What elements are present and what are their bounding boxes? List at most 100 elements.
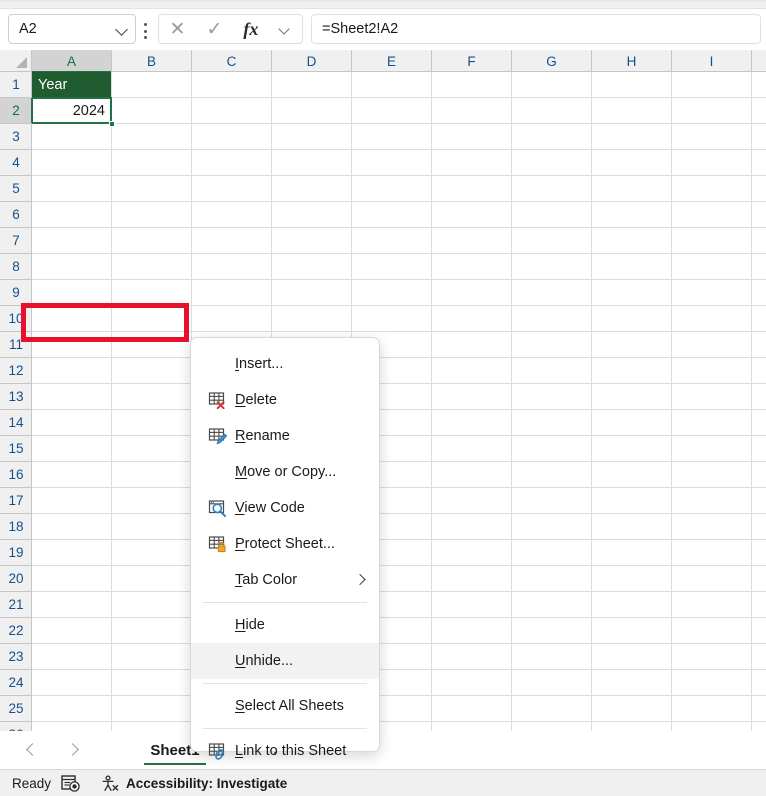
gridline-vertical <box>111 72 112 731</box>
chevron-right-icon <box>356 576 365 585</box>
sheet-tab-bar: Sheet1 + <box>0 731 766 769</box>
menu-item-label: Move or Copy... <box>235 464 337 480</box>
chevron-left-icon[interactable] <box>20 739 46 761</box>
enter-check-icon[interactable]: ✓ <box>206 20 222 39</box>
row-header-11[interactable]: 11 <box>0 332 32 358</box>
menu-item-protect-sheet[interactable]: Protect Sheet... <box>191 526 379 562</box>
gridline-vertical <box>591 72 592 731</box>
row-header-14[interactable]: 14 <box>0 410 32 436</box>
row-header-15[interactable]: 15 <box>0 436 32 462</box>
row-header-7[interactable]: 7 <box>0 228 32 254</box>
row-header-6[interactable]: 6 <box>0 202 32 228</box>
row-header-13[interactable]: 13 <box>0 384 32 410</box>
menu-item-label: Select All Sheets <box>235 698 344 714</box>
row-header-16[interactable]: 16 <box>0 462 32 488</box>
row-header-9[interactable]: 9 <box>0 280 32 306</box>
accessibility-status-label[interactable]: Accessibility: Investigate <box>126 776 287 791</box>
record-macro-icon[interactable] <box>61 775 80 796</box>
gridline-horizontal <box>32 695 766 696</box>
gridline-horizontal <box>32 669 766 670</box>
gridline-horizontal <box>32 201 766 202</box>
gridline-vertical <box>511 72 512 731</box>
menu-item-tab-color[interactable]: Tab Color <box>191 562 379 598</box>
excel-window: A2 ✕ ✓ fx =Sheet2!A2 ABCDEFGHI 123456789… <box>0 0 766 796</box>
gridline-horizontal <box>32 617 766 618</box>
row-header-17[interactable]: 17 <box>0 488 32 514</box>
menu-item-link-to-this-sheet[interactable]: Link to this Sheet <box>191 733 379 769</box>
column-header-a[interactable]: A <box>32 50 112 73</box>
row-header-8[interactable]: 8 <box>0 254 32 280</box>
active-cell-selection-border <box>32 97 112 124</box>
cell-a1[interactable]: Year <box>32 72 111 98</box>
formula-bar: A2 ✕ ✓ fx =Sheet2!A2 <box>0 9 766 49</box>
select-all-corner-icon[interactable] <box>0 50 32 72</box>
kebab-menu-icon[interactable] <box>143 23 147 39</box>
menu-item-icon-placeholder <box>207 615 229 635</box>
view-code-icon <box>207 498 229 518</box>
column-header-h[interactable]: H <box>592 50 672 72</box>
gridline-horizontal <box>32 513 766 514</box>
menu-item-insert[interactable]: Insert... <box>191 346 379 382</box>
menu-separator <box>203 728 367 729</box>
gridline-horizontal <box>32 591 766 592</box>
chevron-right-icon[interactable] <box>60 739 86 761</box>
chevron-down-icon[interactable] <box>115 22 129 36</box>
row-header-4[interactable]: 4 <box>0 150 32 176</box>
column-header-i[interactable]: I <box>672 50 752 72</box>
name-box-value: A2 <box>19 21 37 37</box>
menu-item-rename[interactable]: Rename <box>191 418 379 454</box>
menu-item-label: Link to this Sheet <box>235 743 347 759</box>
row-header-25[interactable]: 25 <box>0 696 32 722</box>
row-header-21[interactable]: 21 <box>0 592 32 618</box>
gridline-horizontal <box>32 279 766 280</box>
row-header-23[interactable]: 23 <box>0 644 32 670</box>
row-header-5[interactable]: 5 <box>0 176 32 202</box>
row-header-1[interactable]: 1 <box>0 72 32 98</box>
row-header-10[interactable]: 10 <box>0 306 32 332</box>
menu-item-icon-placeholder <box>207 354 229 374</box>
link-sheet-icon <box>207 741 229 761</box>
menu-item-icon-placeholder <box>207 696 229 716</box>
cells-area[interactable]: Year 2024 <box>32 72 766 731</box>
column-header-c[interactable]: C <box>192 50 272 72</box>
gridline-vertical <box>671 72 672 731</box>
row-header-band: 1 2 3 4 5 6 7 8 9 10 11 12 13 14 15 16 17 18 19 20 21 22 23 24 2… <box>0 72 33 794</box>
menu-item-select-all-sheets[interactable]: Select All Sheets <box>191 688 379 724</box>
row-header-22[interactable]: 22 <box>0 618 32 644</box>
row-header-20[interactable]: 20 <box>0 566 32 592</box>
row-header-19[interactable]: 19 <box>0 540 32 566</box>
menu-item-move-or-copy[interactable]: Move or Copy... <box>191 454 379 490</box>
name-box[interactable]: A2 <box>8 14 136 44</box>
gridline-vertical <box>431 72 432 731</box>
row-header-18[interactable]: 18 <box>0 514 32 540</box>
menu-item-view-code[interactable]: View Code <box>191 490 379 526</box>
column-header-e[interactable]: E <box>352 50 432 72</box>
column-header-f[interactable]: F <box>432 50 512 72</box>
row-header-3[interactable]: 3 <box>0 124 32 150</box>
menu-item-delete[interactable]: Delete <box>191 382 379 418</box>
menu-item-unhide[interactable]: Unhide... <box>191 643 379 679</box>
menu-item-label: Delete <box>235 392 277 408</box>
protect-sheet-icon <box>207 534 229 554</box>
chevron-down-icon[interactable] <box>279 23 291 35</box>
column-header-d[interactable]: D <box>272 50 352 72</box>
menu-item-label: Hide <box>235 617 265 633</box>
gridline-horizontal <box>32 149 766 150</box>
spreadsheet-grid: ABCDEFGHI 1 2 3 4 5 6 7 8 9 10 11 12 13 14 15 16 17 18 19 2… <box>0 50 766 794</box>
column-header-b[interactable]: B <box>112 50 192 72</box>
menu-separator <box>203 602 367 603</box>
row-header-2[interactable]: 2 <box>0 98 33 124</box>
row-header-24[interactable]: 24 <box>0 670 32 696</box>
column-header-g[interactable]: G <box>512 50 592 72</box>
fx-icon[interactable]: fx <box>243 19 258 40</box>
menu-item-icon-placeholder <box>207 462 229 482</box>
menu-item-hide[interactable]: Hide <box>191 607 379 643</box>
sheet-tab-context-menu[interactable]: Insert... Delete Rename Move or Copy... View… <box>190 337 380 760</box>
fill-handle[interactable] <box>109 121 115 127</box>
cancel-x-icon[interactable]: ✕ <box>170 20 186 39</box>
accessibility-person-icon[interactable] <box>101 775 120 796</box>
gridline-horizontal <box>32 435 766 436</box>
formula-input[interactable]: =Sheet2!A2 <box>311 14 761 44</box>
ribbon-bottom-edge <box>0 0 766 9</box>
row-header-12[interactable]: 12 <box>0 358 32 384</box>
